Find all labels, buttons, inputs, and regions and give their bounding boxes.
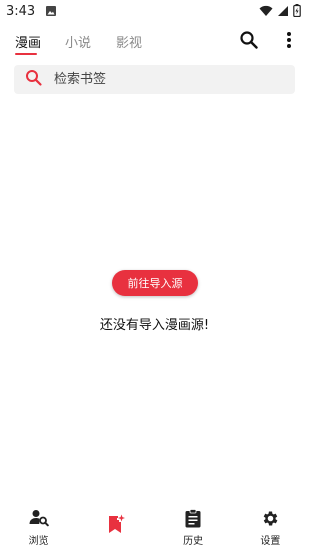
tab-video[interactable]: 影视 <box>116 32 142 51</box>
nav-item-settings[interactable]: 设置 <box>232 502 309 550</box>
clipboard-icon <box>183 508 203 528</box>
battery-icon <box>293 2 301 21</box>
app-screen: 3:43 漫画 小说 影视 检索书签 前往导入源 还没有导入漫画源! 浏览 历史… <box>0 0 309 550</box>
bookmark-search-input[interactable] <box>54 65 274 94</box>
more-vert-icon <box>286 31 292 53</box>
tab-novel[interactable]: 小说 <box>65 32 91 51</box>
bookmark-search-icon-wrap <box>14 65 54 94</box>
wifi-icon <box>259 2 273 21</box>
bookmark-star-icon <box>106 514 126 534</box>
search-icon <box>239 30 259 54</box>
gear-icon <box>260 508 280 528</box>
nav-label-settings: 设置 <box>260 536 281 547</box>
signal-icon <box>277 2 289 21</box>
empty-state-message: 还没有导入漫画源! <box>99 318 210 333</box>
active-tab-indicator <box>15 53 37 55</box>
search-button[interactable] <box>235 28 263 56</box>
go-import-source-button[interactable]: 前往导入源 <box>112 270 198 296</box>
image-notification-icon <box>45 2 57 21</box>
person-search-icon <box>29 508 49 528</box>
status-left: 3:43 <box>6 2 57 21</box>
search-icon <box>25 69 43 91</box>
status-right <box>259 2 301 21</box>
top-app-bar: 漫画 小说 影视 <box>0 26 309 58</box>
more-options-button[interactable] <box>275 28 303 56</box>
status-time: 3:43 <box>6 3 36 19</box>
nav-item-browse[interactable]: 浏览 <box>0 502 77 550</box>
nav-label-history: 历史 <box>183 536 204 547</box>
bottom-navigation: 浏览 历史 设置 <box>0 502 309 550</box>
bookmark-search-box[interactable] <box>14 65 295 94</box>
tab-manga[interactable]: 漫画 <box>15 32 41 51</box>
nav-item-bookmarks[interactable] <box>77 502 154 550</box>
nav-label-browse: 浏览 <box>28 536 49 547</box>
nav-item-history[interactable]: 历史 <box>155 502 232 550</box>
status-bar: 3:43 <box>0 0 309 22</box>
